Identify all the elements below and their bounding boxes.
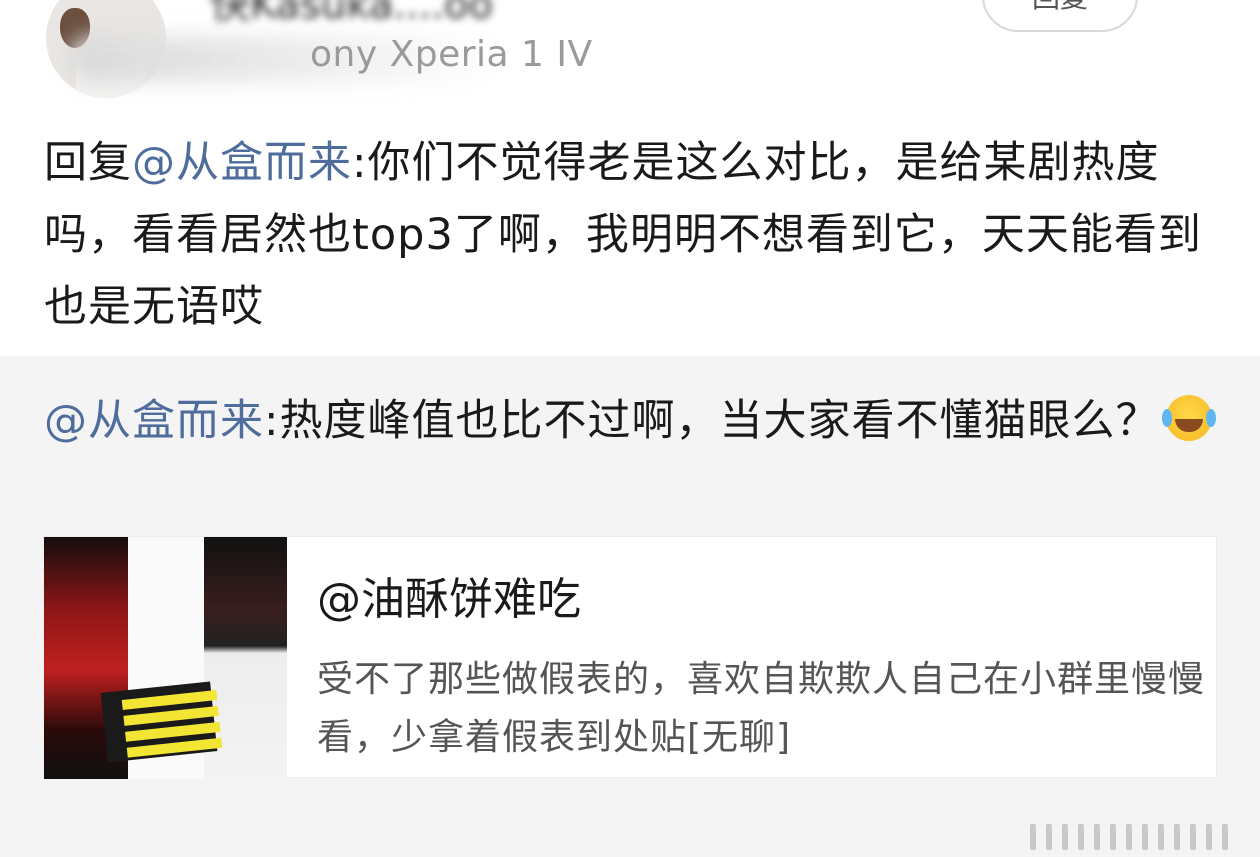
indicator-bar	[1126, 824, 1132, 850]
quoted-comment-block[interactable]: @从盒而来:热度峰值也比不过啊，当大家看不懂猫眼么？ @油酥饼难吃 受不了那些做…	[0, 356, 1260, 857]
weibo-comment-page: 快Kasuka....oo ony Xperia 1 IV 回复 回复@从盒而来…	[0, 0, 1260, 857]
linked-post-thumbnail	[44, 537, 287, 779]
indicator-bar	[1110, 824, 1116, 850]
username[interactable]: 快Kasuka....oo	[210, 0, 493, 30]
indicator-bar	[1062, 824, 1068, 850]
indicator-bar	[1046, 824, 1052, 850]
quoted-mention-link[interactable]: @从盒而来	[44, 396, 264, 446]
comment-mention-link[interactable]: @从盒而来	[132, 138, 352, 188]
indicator-bar	[1206, 824, 1212, 850]
linked-post-card[interactable]: @油酥饼难吃 受不了那些做假表的，喜欢自欺欺人自己在小群里慢慢看，少拿着假表到处…	[43, 536, 1217, 779]
indicator-bar	[1158, 824, 1164, 850]
indicator-bar	[1142, 824, 1148, 850]
indicator-bar	[1030, 824, 1036, 850]
comment-header: 快Kasuka....oo ony Xperia 1 IV 回复	[0, 0, 1260, 110]
indicator-bar	[1190, 824, 1196, 850]
linked-post-text: 受不了那些做假表的，喜欢自欺欺人自己在小群里慢慢看，少拿着假表到处贴[无聊]	[317, 659, 1206, 758]
comment-reply-prefix: 回复	[44, 138, 132, 188]
post-meta-device: ony Xperia 1 IV	[310, 34, 593, 75]
scroll-indicator-watermark	[990, 818, 1258, 854]
linked-post-author[interactable]: @油酥饼难吃	[317, 563, 581, 627]
indicator-bar	[1078, 824, 1084, 850]
quoted-comment-text: :热度峰值也比不过啊，当大家看不懂猫眼么？	[264, 396, 1160, 446]
indicator-bar	[1094, 824, 1100, 850]
comment-body: 回复@从盒而来:你们不觉得老是这么对比，是给某剧热度吗，看看居然也top3了啊，…	[44, 127, 1224, 343]
quoted-comment-body: @从盒而来:热度峰值也比不过啊，当大家看不懂猫眼么？	[44, 386, 1224, 456]
indicator-bar	[1222, 824, 1228, 850]
reply-button[interactable]: 回复	[982, 0, 1138, 32]
indicator-bar	[1174, 824, 1180, 850]
laughing-crying-emoji-icon	[1161, 395, 1212, 441]
